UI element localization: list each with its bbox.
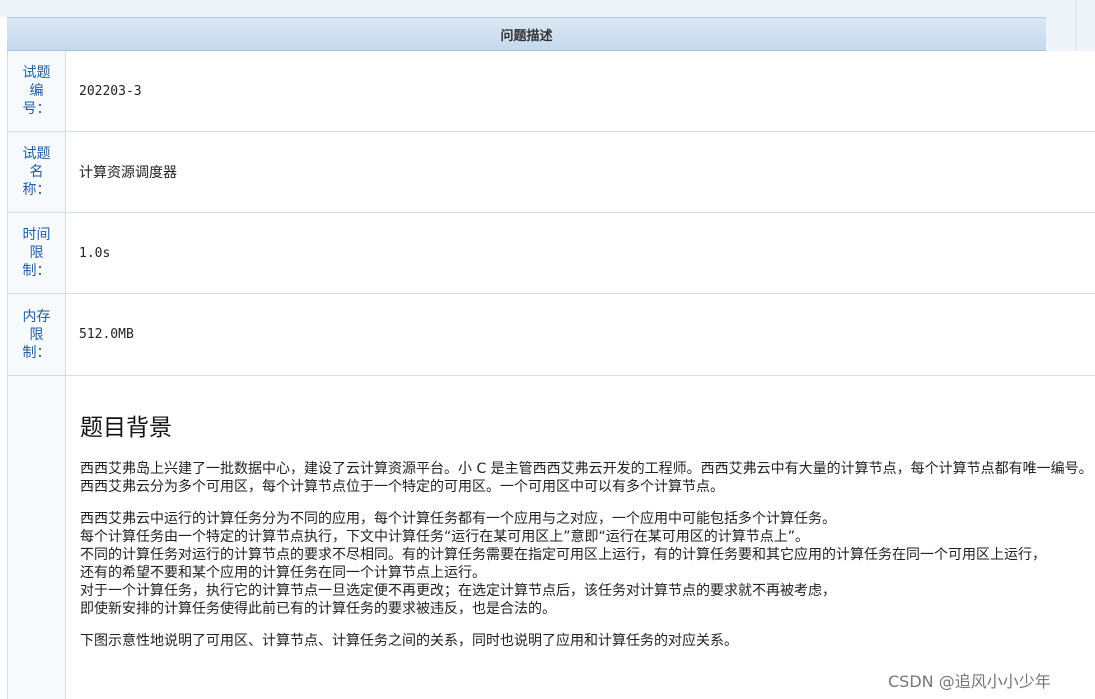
description-paragraphs: 西西艾弗岛上兴建了一批数据中心，建设了云计算资源平台。小 C 是主管西西艾弗云开… <box>80 460 1095 650</box>
background-heading: 题目背景 <box>80 415 172 441</box>
label-memory-limit: 内存限制： <box>7 294 66 375</box>
top-strip <box>0 0 1095 17</box>
paragraph: 西西艾弗云分为多个可用区，每个计算节点位于一个特定的可用区。一个可用区中可以有多… <box>80 479 724 495</box>
problem-info-table: 试题编号： 202203-3 试题名称： 计算资源调度器 时间限制： 1.0s … <box>7 51 1095 376</box>
row-problem-name: 试题名称： 计算资源调度器 <box>7 132 1095 213</box>
paragraph: 还有的希望不要和某个应用的计算任务在同一个计算节点上运行。 <box>80 565 486 581</box>
label-time-limit: 时间限制： <box>7 213 66 293</box>
right-margin <box>1046 0 1095 51</box>
row-problem-id: 试题编号： 202203-3 <box>7 51 1095 132</box>
right-divider <box>1075 0 1077 51</box>
row-memory-limit: 内存限制： 512.0MB <box>7 294 1095 376</box>
section-header-title: 问题描述 <box>500 28 553 44</box>
value-problem-name: 计算资源调度器 <box>79 165 177 181</box>
problem-description: 题目背景 西西艾弗岛上兴建了一批数据中心，建设了云计算资源平台。小 C 是主管西… <box>80 376 1095 699</box>
paragraph: 不同的计算任务对运行的计算节点的要求不尽相同。有的计算任务需要在指定可用区上运行… <box>80 547 1046 563</box>
description-label-cell <box>7 376 66 699</box>
paragraph: 对于一个计算任务，执行它的计算节点一旦选定便不再更改；在选定计算节点后，该任务对… <box>80 583 836 599</box>
paragraph: 即使新安排的计算任务使得此前已有的计算任务的要求被违反，也是合法的。 <box>80 601 556 617</box>
label-problem-id: 试题编号： <box>7 51 66 131</box>
label-problem-name: 试题名称： <box>7 132 66 212</box>
section-header: 问题描述 <box>7 17 1046 51</box>
csdn-watermark: CSDN @追风小小少年 <box>888 672 1051 691</box>
paragraph: 下图示意性地说明了可用区、计算节点、计算任务之间的关系，同时也说明了应用和计算任… <box>80 633 738 649</box>
value-memory-limit: 512.0MB <box>79 327 134 342</box>
paragraph: 西西艾弗云中运行的计算任务分为不同的应用，每个计算任务都有一个应用与之对应，一个… <box>80 511 836 527</box>
problem-description-row: 题目背景 西西艾弗岛上兴建了一批数据中心，建设了云计算资源平台。小 C 是主管西… <box>7 376 1095 699</box>
value-time-limit: 1.0s <box>79 245 111 261</box>
paragraph: 西西艾弗岛上兴建了一批数据中心，建设了云计算资源平台。小 C 是主管西西艾弗云开… <box>80 461 1093 477</box>
row-time-limit: 时间限制： 1.0s <box>7 213 1095 294</box>
value-problem-id: 202203-3 <box>79 83 142 99</box>
paragraph: 每个计算任务由一个特定的计算节点执行，下文中计算任务“运行在某可用区上”意即“运… <box>80 529 810 545</box>
